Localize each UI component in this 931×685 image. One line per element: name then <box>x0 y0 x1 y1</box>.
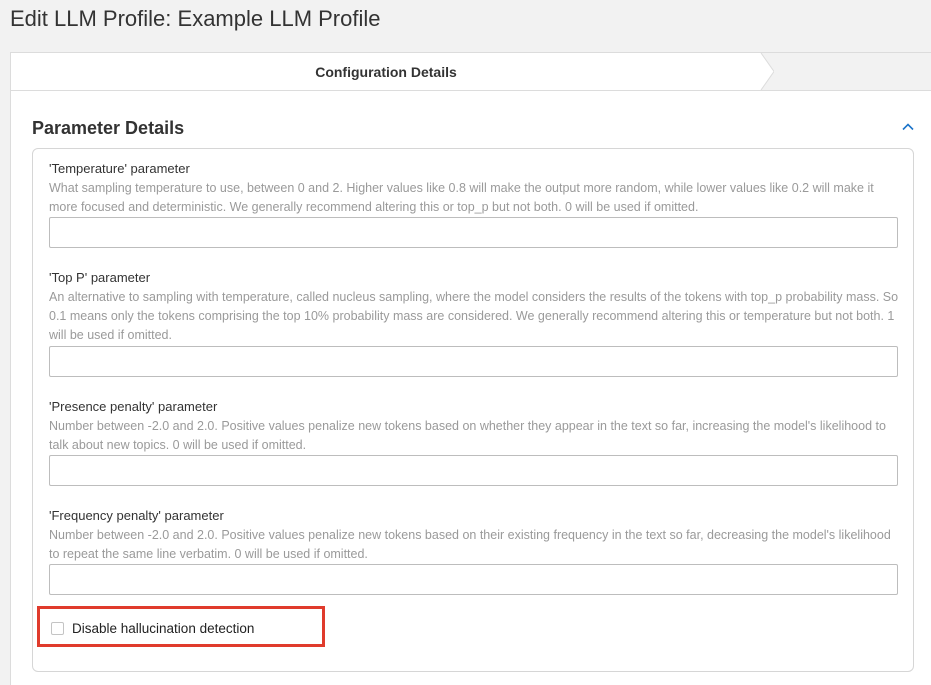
steps-bar: Configuration Details <box>11 53 931 91</box>
disable-hallucination-checkbox[interactable] <box>51 622 64 635</box>
parameters-box: 'Temperature' parameter What sampling te… <box>32 148 914 672</box>
chevron-up-icon[interactable] <box>900 119 916 135</box>
frequency-penalty-label: 'Frequency penalty' parameter <box>49 508 224 523</box>
step-configuration-details[interactable]: Configuration Details <box>11 53 761 90</box>
top-p-input[interactable] <box>49 346 898 377</box>
frequency-penalty-input[interactable] <box>49 564 898 595</box>
temperature-label: 'Temperature' parameter <box>49 161 190 176</box>
edit-panel: Configuration Details Parameter Details … <box>10 52 931 685</box>
section-title: Parameter Details <box>32 118 185 138</box>
frequency-penalty-help: Number between -2.0 and 2.0. Positive va… <box>49 528 891 561</box>
temperature-input[interactable] <box>49 217 898 248</box>
presence-penalty-label: 'Presence penalty' parameter <box>49 399 218 414</box>
page-title: Edit LLM Profile: Example LLM Profile <box>10 6 381 31</box>
step-arrow-icon <box>744 53 774 90</box>
step-label: Configuration Details <box>315 63 457 80</box>
disable-hallucination-label[interactable]: Disable hallucination detection <box>72 621 254 636</box>
presence-penalty-help: Number between -2.0 and 2.0. Positive va… <box>49 419 886 452</box>
temperature-help: What sampling temperature to use, betwee… <box>49 181 874 214</box>
top-p-label: 'Top P' parameter <box>49 270 151 285</box>
presence-penalty-input[interactable] <box>49 455 898 486</box>
top-p-help: An alternative to sampling with temperat… <box>49 290 899 342</box>
